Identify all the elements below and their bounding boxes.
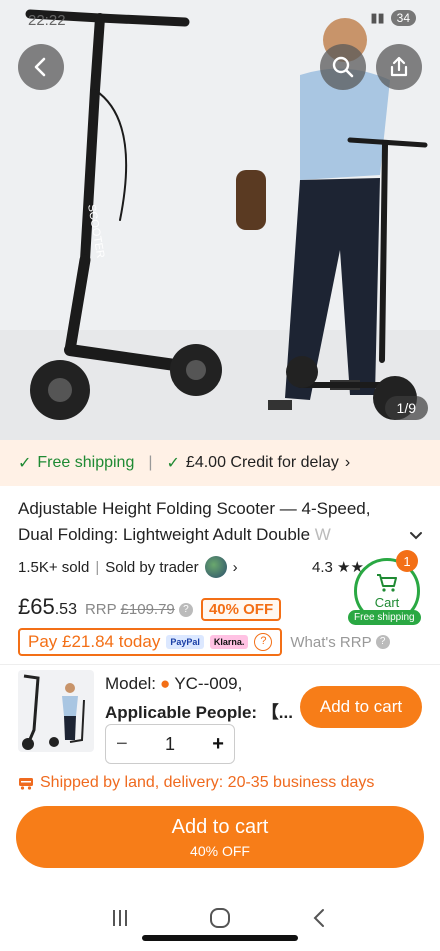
cart-free-shipping: Free shipping	[348, 610, 421, 625]
cta-label: Add to cart	[171, 816, 269, 838]
flame-icon: ●	[160, 674, 171, 693]
check-icon: ✓	[18, 455, 32, 472]
cart-count-badge: 1	[396, 550, 418, 572]
klarna-logo: Klarna.	[209, 635, 249, 649]
info-icon: ?	[375, 635, 390, 649]
current-price: £65.53	[18, 594, 77, 620]
product-title[interactable]: Adjustable Height Folding Scooter — 4-Sp…	[18, 496, 408, 548]
model-value: YC--009,	[174, 674, 243, 693]
status-time: 22:22	[28, 12, 66, 29]
back-button[interactable]	[18, 44, 64, 90]
rrp-price: RRP £109.79 ?	[85, 601, 193, 618]
add-to-cart-button[interactable]: Add to cart 40% OFF	[16, 806, 424, 868]
sku-thumbnail-image	[22, 674, 85, 750]
delay-credit-text: £4.00 Credit for delay	[185, 454, 339, 471]
divider	[0, 664, 440, 665]
share-button[interactable]	[376, 44, 422, 90]
price-row: £65.53 RRP £109.79 ? 40% OFF	[18, 594, 282, 621]
home-icon[interactable]	[207, 905, 233, 931]
cart-icon	[377, 573, 397, 592]
price-whole: £65	[18, 594, 55, 619]
chevron-down-icon[interactable]	[408, 528, 424, 544]
help-icon[interactable]: ?	[254, 633, 273, 651]
image-counter: 1/9	[384, 396, 428, 420]
sold-count: 1.5K+ sold	[18, 558, 90, 576]
quantity-stepper: − 1 +	[105, 724, 235, 764]
add-to-cart-small-button[interactable]: Add to cart	[300, 686, 422, 728]
pay-today-box[interactable]: Pay £21.84 today PayPal Klarna. ?	[18, 628, 283, 656]
rating-value: 4.3	[312, 559, 333, 576]
product-title-fade: W	[314, 525, 331, 544]
pay-today-text: Pay £21.84 today	[28, 632, 161, 651]
rrp-label: RRP	[84, 601, 117, 618]
price-cents: .53	[54, 601, 77, 618]
product-image-carousel[interactable]: SCOOTER 22:22 ▮▮ 34 1/9	[0, 0, 440, 440]
seller-avatar	[204, 556, 227, 578]
free-shipping-text: Free shipping	[37, 454, 135, 471]
search-button[interactable]	[320, 44, 366, 90]
info-icon[interactable]: ?	[178, 603, 193, 618]
whats-rrp-text: What's RRP	[290, 633, 372, 651]
separator: |	[148, 454, 153, 471]
sku-selector: Model: ● YC--009, Applicable People: 【..…	[18, 668, 428, 764]
cta-sublabel: 40% OFF	[190, 843, 250, 859]
sku-model: Model: ● YC--009,	[105, 674, 242, 694]
whats-rrp-link[interactable]: What's RRP?	[290, 633, 390, 651]
chevron-left-icon	[34, 57, 46, 77]
truck-icon	[19, 778, 33, 790]
battery-indicator: 34	[390, 10, 416, 26]
minus-button[interactable]: −	[116, 733, 128, 756]
delivery-text: Shipped by land, delivery: 20-35 busines…	[40, 774, 375, 791]
recent-apps-icon[interactable]	[108, 906, 132, 930]
paypal-logo: PayPal	[166, 635, 204, 649]
back-nav-icon[interactable]	[308, 906, 332, 930]
gesture-home-indicator[interactable]	[142, 935, 298, 941]
pay-later-row: Pay £21.84 today PayPal Klarna. ? What's…	[18, 628, 390, 656]
rrp-value: £109.79	[120, 601, 175, 618]
status-icons: ▮▮ 34	[370, 10, 416, 26]
quantity-value[interactable]: 1	[165, 734, 175, 755]
plus-button[interactable]: +	[212, 733, 224, 756]
separator: |	[95, 558, 100, 576]
delivery-info: Shipped by land, delivery: 20-35 busines…	[18, 774, 374, 792]
cart-label: Cart	[374, 594, 400, 610]
product-photo: SCOOTER	[0, 0, 440, 440]
discount-badge: 40% OFF	[200, 598, 282, 621]
share-icon	[390, 56, 408, 77]
seller-row[interactable]: 1.5K+ sold | Sold by trader ›	[18, 556, 238, 578]
floating-cart-button[interactable]: Cart 1 Free shipping	[348, 550, 426, 632]
sold-by-text: Sold by trader	[105, 558, 199, 576]
model-label: Model:	[105, 674, 157, 693]
signal-icon: ▮▮	[370, 10, 385, 25]
sku-thumbnail[interactable]	[18, 670, 94, 752]
shipping-banner[interactable]: ✓ Free shipping | ✓ £4.00 Credit for del…	[0, 440, 440, 486]
sku-applicable-people: Applicable People: 【...	[105, 703, 293, 722]
chevron-right-icon: ›	[344, 454, 351, 471]
search-icon	[332, 56, 354, 78]
chevron-right-icon: ›	[232, 558, 238, 576]
check-icon: ✓	[166, 455, 180, 472]
